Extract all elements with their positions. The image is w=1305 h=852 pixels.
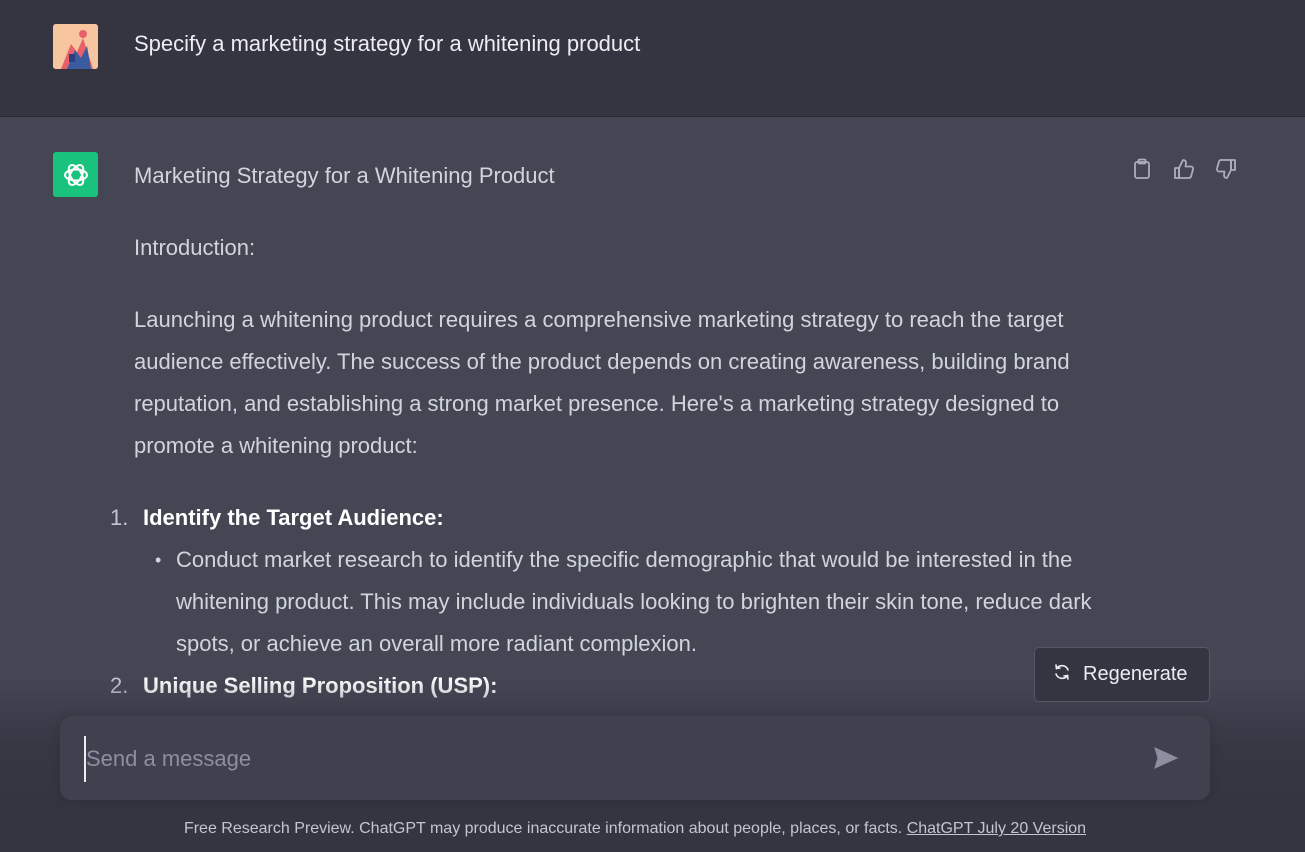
version-link[interactable]: ChatGPT July 20 Version — [907, 820, 1086, 837]
regenerate-button[interactable]: Regenerate — [1034, 647, 1210, 702]
list-number: 2. — [110, 673, 129, 698]
intro-paragraph: Launching a whitening product requires a… — [134, 307, 1070, 458]
user-message-row: Specify a marketing strategy for a white… — [0, 0, 1305, 117]
chatgpt-logo-icon — [53, 152, 98, 197]
list-item: 1. Identify the Target Audience: • Condu… — [110, 497, 1124, 665]
regenerate-label: Regenerate — [1083, 663, 1188, 685]
thumbs-down-icon[interactable] — [1214, 157, 1238, 181]
send-button[interactable] — [1152, 744, 1180, 772]
bullet-text: Conduct market research to identify the … — [176, 547, 1092, 656]
list-heading: Unique Selling Proposition (USP): — [143, 673, 498, 698]
user-message-text: Specify a marketing strategy for a white… — [134, 31, 641, 56]
assistant-message-content: Marketing Strategy for a Whitening Produ… — [110, 155, 1124, 707]
send-icon — [1154, 747, 1178, 769]
bullet-icon: • — [155, 550, 162, 570]
bullet-item: • Conduct market research to identify th… — [143, 539, 1124, 665]
message-actions — [1130, 157, 1238, 181]
list-heading: Identify the Target Audience: — [143, 505, 444, 530]
message-composer — [60, 716, 1210, 800]
clipboard-icon[interactable] — [1130, 157, 1154, 181]
footer-disclaimer: Free Research Preview. ChatGPT may produ… — [0, 820, 1270, 838]
list-item: 2. Unique Selling Proposition (USP): — [110, 665, 1124, 707]
message-input[interactable] — [84, 736, 1128, 782]
bullet-list: • Conduct market research to identify th… — [143, 539, 1124, 665]
strategy-list: 1. Identify the Target Audience: • Condu… — [110, 497, 1124, 707]
thumbs-up-icon[interactable] — [1172, 157, 1196, 181]
intro-label: Introduction: — [134, 235, 256, 260]
refresh-icon — [1053, 663, 1071, 687]
list-number: 1. — [110, 505, 129, 530]
chat-page: Specify a marketing strategy for a white… — [0, 0, 1305, 852]
disclaimer-text: Free Research Preview. ChatGPT may produ… — [183, 820, 903, 837]
user-avatar — [53, 24, 98, 69]
response-title: Marketing Strategy for a Whitening Produ… — [134, 163, 555, 188]
